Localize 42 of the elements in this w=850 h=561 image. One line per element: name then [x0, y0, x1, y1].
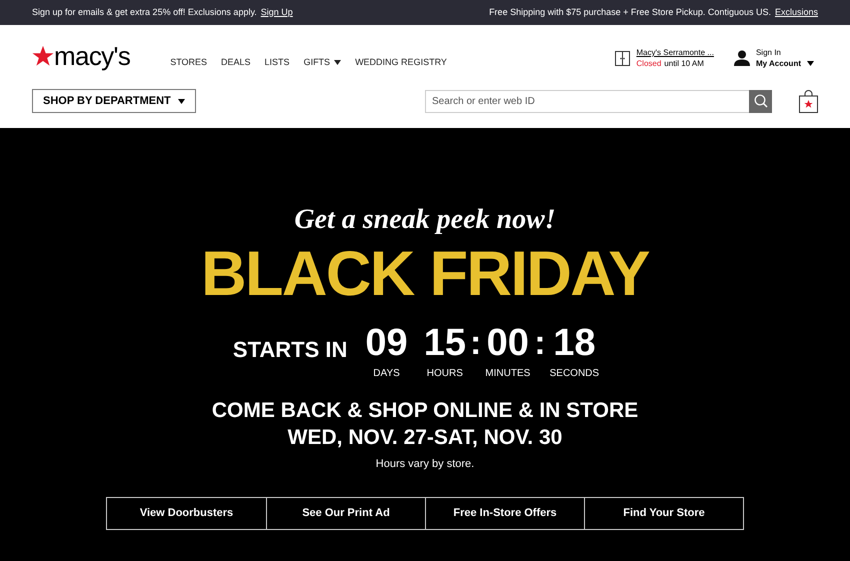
caret-icon [807, 61, 814, 66]
nav-link[interactable]: STORES [170, 56, 208, 69]
starts-label: STARTS IN [232, 336, 348, 364]
countdown-unit: HOURS [426, 367, 463, 381]
caret-icon [334, 60, 342, 65]
logo-text[interactable]: macy's [54, 43, 130, 69]
countdown-value: 15 [424, 324, 466, 362]
star-icon [32, 45, 54, 67]
person-icon [734, 50, 750, 66]
promo-text: Sign up for emails & get extra 25% off! Exclusions apply. [32, 6, 257, 19]
search-icon [754, 94, 768, 108]
exclusions-link[interactable]: Exclusions [774, 6, 818, 20]
search-button[interactable] [749, 90, 772, 112]
nav-link[interactable]: WEDDING REGISTRY [355, 56, 447, 69]
nav-link[interactable]: LISTS [264, 56, 290, 69]
caret-icon [178, 98, 185, 104]
shipping-text: Free Shipping with $75 purchase + Free Store Pickup. Contiguous US. [489, 6, 771, 19]
event-headline: WED, NOV. 27-SAT, NOV. 30 [288, 425, 562, 451]
time-separator: : [534, 324, 546, 362]
countdown-value: 00 [486, 324, 529, 362]
store-link[interactable]: Macy's Serramonte ... [636, 47, 714, 58]
countdown-value: 18 [553, 324, 596, 362]
account-menu[interactable]: My Account [756, 58, 814, 69]
store-status: Closed [636, 58, 662, 69]
search-field[interactable]: Search or enter web ID [425, 90, 749, 112]
store-icon [615, 50, 630, 66]
countdown-unit: MINUTES [485, 367, 530, 381]
shopping-bag-icon[interactable] [799, 90, 818, 112]
nav-link[interactable]: DEALS [221, 56, 251, 69]
countdown-value: 09 [365, 324, 408, 362]
sign-in-text: Sign In [756, 47, 782, 58]
department-button[interactable]: SHOP BY DEPARTMENT [32, 89, 196, 113]
hours-note: Hours vary by store. [376, 457, 474, 472]
event-headline: COME BACK & SHOP ONLINE & IN STORE [212, 398, 638, 424]
countdown-unit: SECONDS [550, 367, 600, 381]
headline-title: BLACK FRIDAY [201, 243, 649, 306]
store-hours: until 10 AM [664, 58, 704, 69]
nav-link[interactable]: GIFTS [304, 56, 342, 69]
countdown-unit: DAYS [373, 367, 400, 381]
time-separator: : [470, 324, 482, 362]
sign-up-link[interactable]: Sign Up [260, 6, 293, 20]
tagline: Get a sneak peek now! [294, 206, 556, 234]
